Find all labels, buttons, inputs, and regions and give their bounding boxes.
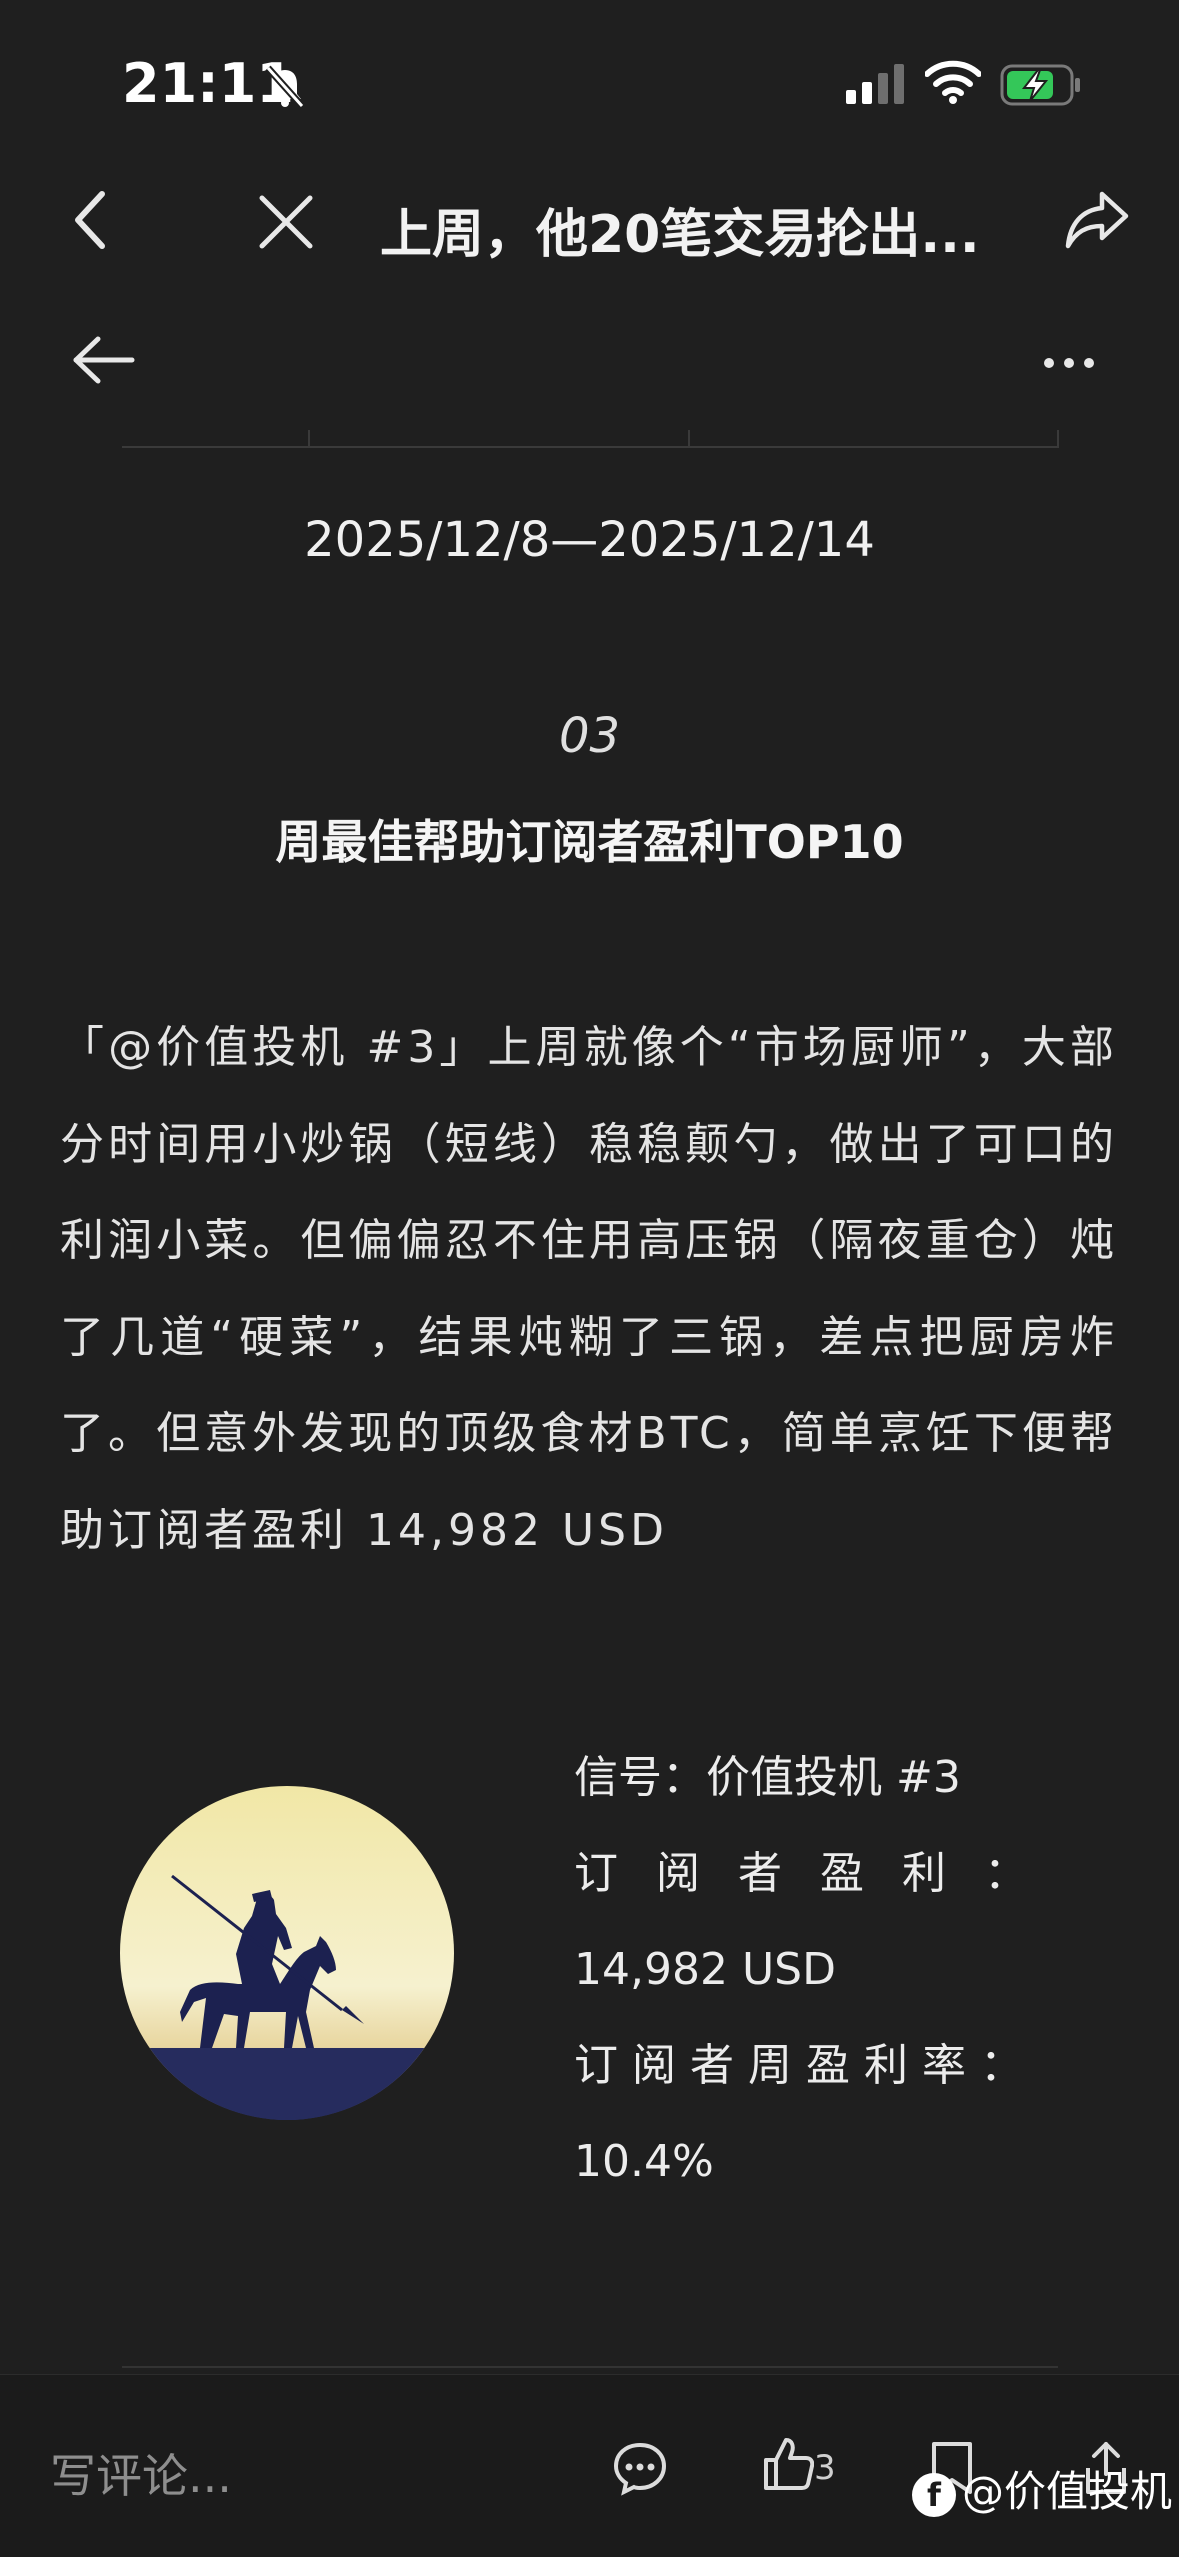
divider-tick [1057,430,1059,448]
signal-icon [846,64,906,108]
battery-charging-icon [1000,64,1082,110]
watermark-logo-icon: f [912,2472,956,2517]
more-icon[interactable] [1042,355,1096,374]
wifi-icon [924,60,982,108]
like-icon[interactable] [762,2436,815,2496]
like-count: 3 [814,2448,836,2488]
divider-bottom [122,2366,1058,2368]
date-range: 2025/12/8—2025/12/14 [304,512,875,568]
profit-label: 订阅者盈利： [574,1848,1066,1899]
share-icon[interactable] [1064,190,1130,254]
rate-value: 10.4% [574,2136,714,2187]
signal-label: 信号：价值投机 #3 [574,1752,961,1803]
chevron-left-icon[interactable] [70,188,110,256]
avatar [120,1786,454,2120]
arrow-left-icon[interactable] [70,335,136,389]
comment-icon[interactable] [612,2440,668,2500]
close-icon[interactable] [258,194,314,254]
section-number: 03 [558,708,621,764]
divider-tick [308,430,310,448]
signal-card: 信号：价值投机 #3 订阅者盈利： 14,982 USD 订阅者周盈利率： 10… [574,1730,1034,2210]
page-title: 上周，他20笔交易抡出... [380,205,980,265]
article-body: 「@价值投机 #3」上周就像个“市场厨师”，大部分时间用小炒锅（短线）稳稳颠勺，… [60,1022,1118,1556]
divider-top [122,446,1058,448]
watermark-text: @价值投机 [962,2467,1173,2516]
rate-label: 订阅者周盈利率： [574,2040,1038,2091]
bell-muted-icon [262,64,308,114]
profit-value: 14,982 USD [574,1944,836,1995]
divider-tick [688,430,690,448]
section-title: 周最佳帮助订阅者盈利TOP10 [275,815,904,869]
comment-input[interactable]: 写评论... [50,2440,232,2506]
watermark: f @价值投机 [912,2458,1172,2519]
